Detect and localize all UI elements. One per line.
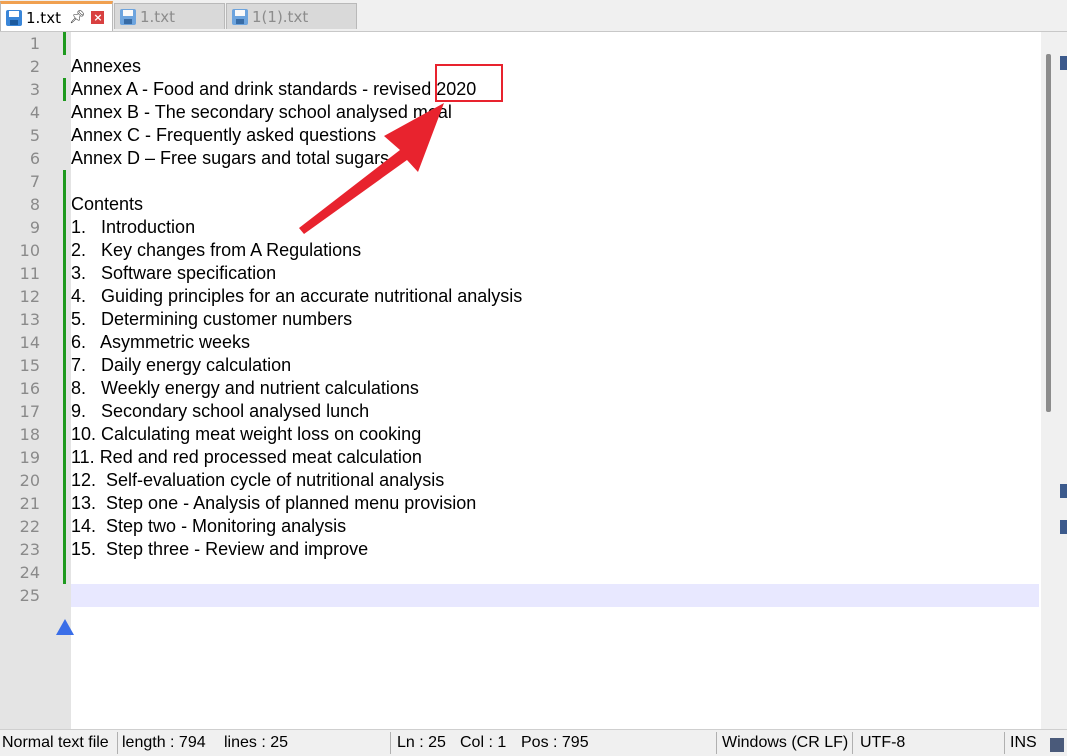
line-number[interactable]: 6 — [0, 147, 40, 170]
tab-1-1-txt[interactable]: 1(1).txt — [226, 3, 357, 29]
line-number[interactable]: 15 — [0, 354, 40, 377]
tab-bar: 1.txt 📌︎ × 1.txt 1(1).txt — [0, 0, 1067, 32]
text-line[interactable]: 1. Introduction — [71, 216, 195, 239]
line-number[interactable]: 13 — [0, 308, 40, 331]
status-encoding[interactable]: UTF-8 — [860, 730, 905, 756]
vertical-scrollbar[interactable] — [1041, 32, 1067, 729]
edge-marker — [1060, 56, 1067, 70]
pin-icon[interactable]: 📌︎ — [69, 10, 86, 25]
tab-label: 1(1).txt — [252, 7, 309, 26]
status-length: length : 794 — [122, 734, 206, 751]
scrollbar-thumb[interactable] — [1046, 54, 1051, 412]
text-line[interactable]: 5. Determining customer numbers — [71, 308, 352, 331]
save-disk-icon — [232, 8, 248, 25]
text-line[interactable]: Contents — [71, 193, 143, 216]
text-line[interactable]: 7. Daily energy calculation — [71, 354, 291, 377]
line-number[interactable]: 14 — [0, 331, 40, 354]
line-number[interactable]: 16 — [0, 377, 40, 400]
text-line[interactable]: 6. Asymmetric weeks — [71, 331, 250, 354]
tab-1-txt[interactable]: 1.txt — [114, 3, 225, 29]
edge-marker — [1060, 484, 1067, 498]
text-line[interactable]: 9. Secondary school analysed lunch — [71, 400, 369, 423]
status-lines: lines : 25 — [224, 734, 289, 751]
line-number[interactable]: 10 — [0, 239, 40, 262]
line-number[interactable]: 3 — [0, 78, 40, 101]
highlight-box — [435, 64, 503, 102]
text-line[interactable]: Annex C - Frequently asked questions — [71, 124, 376, 147]
status-eol[interactable]: Windows (CR LF) — [722, 730, 848, 756]
status-doc-type: Normal text file — [2, 734, 109, 751]
line-number[interactable]: 23 — [0, 538, 40, 561]
save-disk-icon — [6, 9, 22, 26]
text-line[interactable]: 12. Self-evaluation cycle of nutritional… — [71, 469, 444, 492]
text-line[interactable]: Annex B - The secondary school analysed … — [71, 101, 452, 124]
line-number[interactable]: 9 — [0, 216, 40, 239]
change-marker — [63, 170, 66, 584]
tab-1-txt-active[interactable]: 1.txt 📌︎ × — [0, 1, 113, 31]
resize-grip-icon[interactable] — [1050, 738, 1064, 752]
close-icon[interactable]: × — [91, 11, 105, 24]
line-number[interactable]: 5 — [0, 124, 40, 147]
edge-marker — [1060, 520, 1067, 534]
line-number[interactable]: 17 — [0, 400, 40, 423]
status-col: Col : 1 — [460, 734, 507, 751]
line-number[interactable]: 12 — [0, 285, 40, 308]
line-number[interactable]: 1 — [0, 32, 40, 55]
line-number[interactable]: 25 — [0, 584, 40, 607]
text-line[interactable]: 8. Weekly energy and nutrient calculatio… — [71, 377, 419, 400]
line-number[interactable]: 7 — [0, 170, 40, 193]
status-ln: Ln : 25 — [397, 734, 446, 751]
line-number[interactable]: 2 — [0, 55, 40, 78]
bookmark-triangle-icon — [56, 619, 74, 635]
line-number[interactable]: 20 — [0, 469, 40, 492]
text-line[interactable]: Annex D – Free sugars and total sugars — [71, 147, 389, 170]
text-line[interactable]: 14. Step two - Monitoring analysis — [71, 515, 346, 538]
tab-label: 1.txt — [26, 8, 61, 27]
line-number[interactable]: 11 — [0, 262, 40, 285]
text-line[interactable]: 2. Key changes from A Regulations — [71, 239, 361, 262]
line-number[interactable]: 8 — [0, 193, 40, 216]
line-number[interactable]: 19 — [0, 446, 40, 469]
save-disk-icon — [120, 8, 136, 25]
line-number-gutter: 1 2 3 4 5 6 7 8 9 10 11 12 13 14 15 16 17 18 19 20 21 22 23 24 2… — [0, 32, 62, 729]
current-line-highlight — [71, 584, 1039, 607]
line-number[interactable]: 4 — [0, 101, 40, 124]
text-line[interactable]: 10. Calculating meat weight loss on cook… — [71, 423, 421, 446]
status-pos: Pos : 795 — [521, 734, 589, 751]
text-line[interactable]: 4. Guiding principles for an accurate nu… — [71, 285, 522, 308]
change-marker — [63, 32, 66, 55]
text-line[interactable]: 15. Step three - Review and improve — [71, 538, 368, 561]
text-line[interactable]: 3. Software specification — [71, 262, 276, 285]
text-line[interactable]: 11. Red and red processed meat calculati… — [71, 446, 422, 469]
text-editor[interactable]: 1 2 3 4 5 6 7 8 9 10 11 12 13 14 15 16 17 18 19 20 21 22 23 24 2… — [0, 32, 1067, 729]
text-line[interactable]: Annexes — [71, 55, 141, 78]
line-number[interactable]: 22 — [0, 515, 40, 538]
status-mode[interactable]: INS — [1010, 730, 1037, 756]
text-line[interactable]: Annex A - Food and drink standards - rev… — [71, 78, 476, 101]
line-number[interactable]: 24 — [0, 561, 40, 584]
line-number[interactable]: 18 — [0, 423, 40, 446]
text-line[interactable]: 13. Step one - Analysis of planned menu … — [71, 492, 476, 515]
change-marker — [63, 78, 66, 101]
tab-label: 1.txt — [140, 7, 175, 26]
line-number[interactable]: 21 — [0, 492, 40, 515]
status-bar: Normal text file length : 794 lines : 25… — [0, 729, 1067, 756]
